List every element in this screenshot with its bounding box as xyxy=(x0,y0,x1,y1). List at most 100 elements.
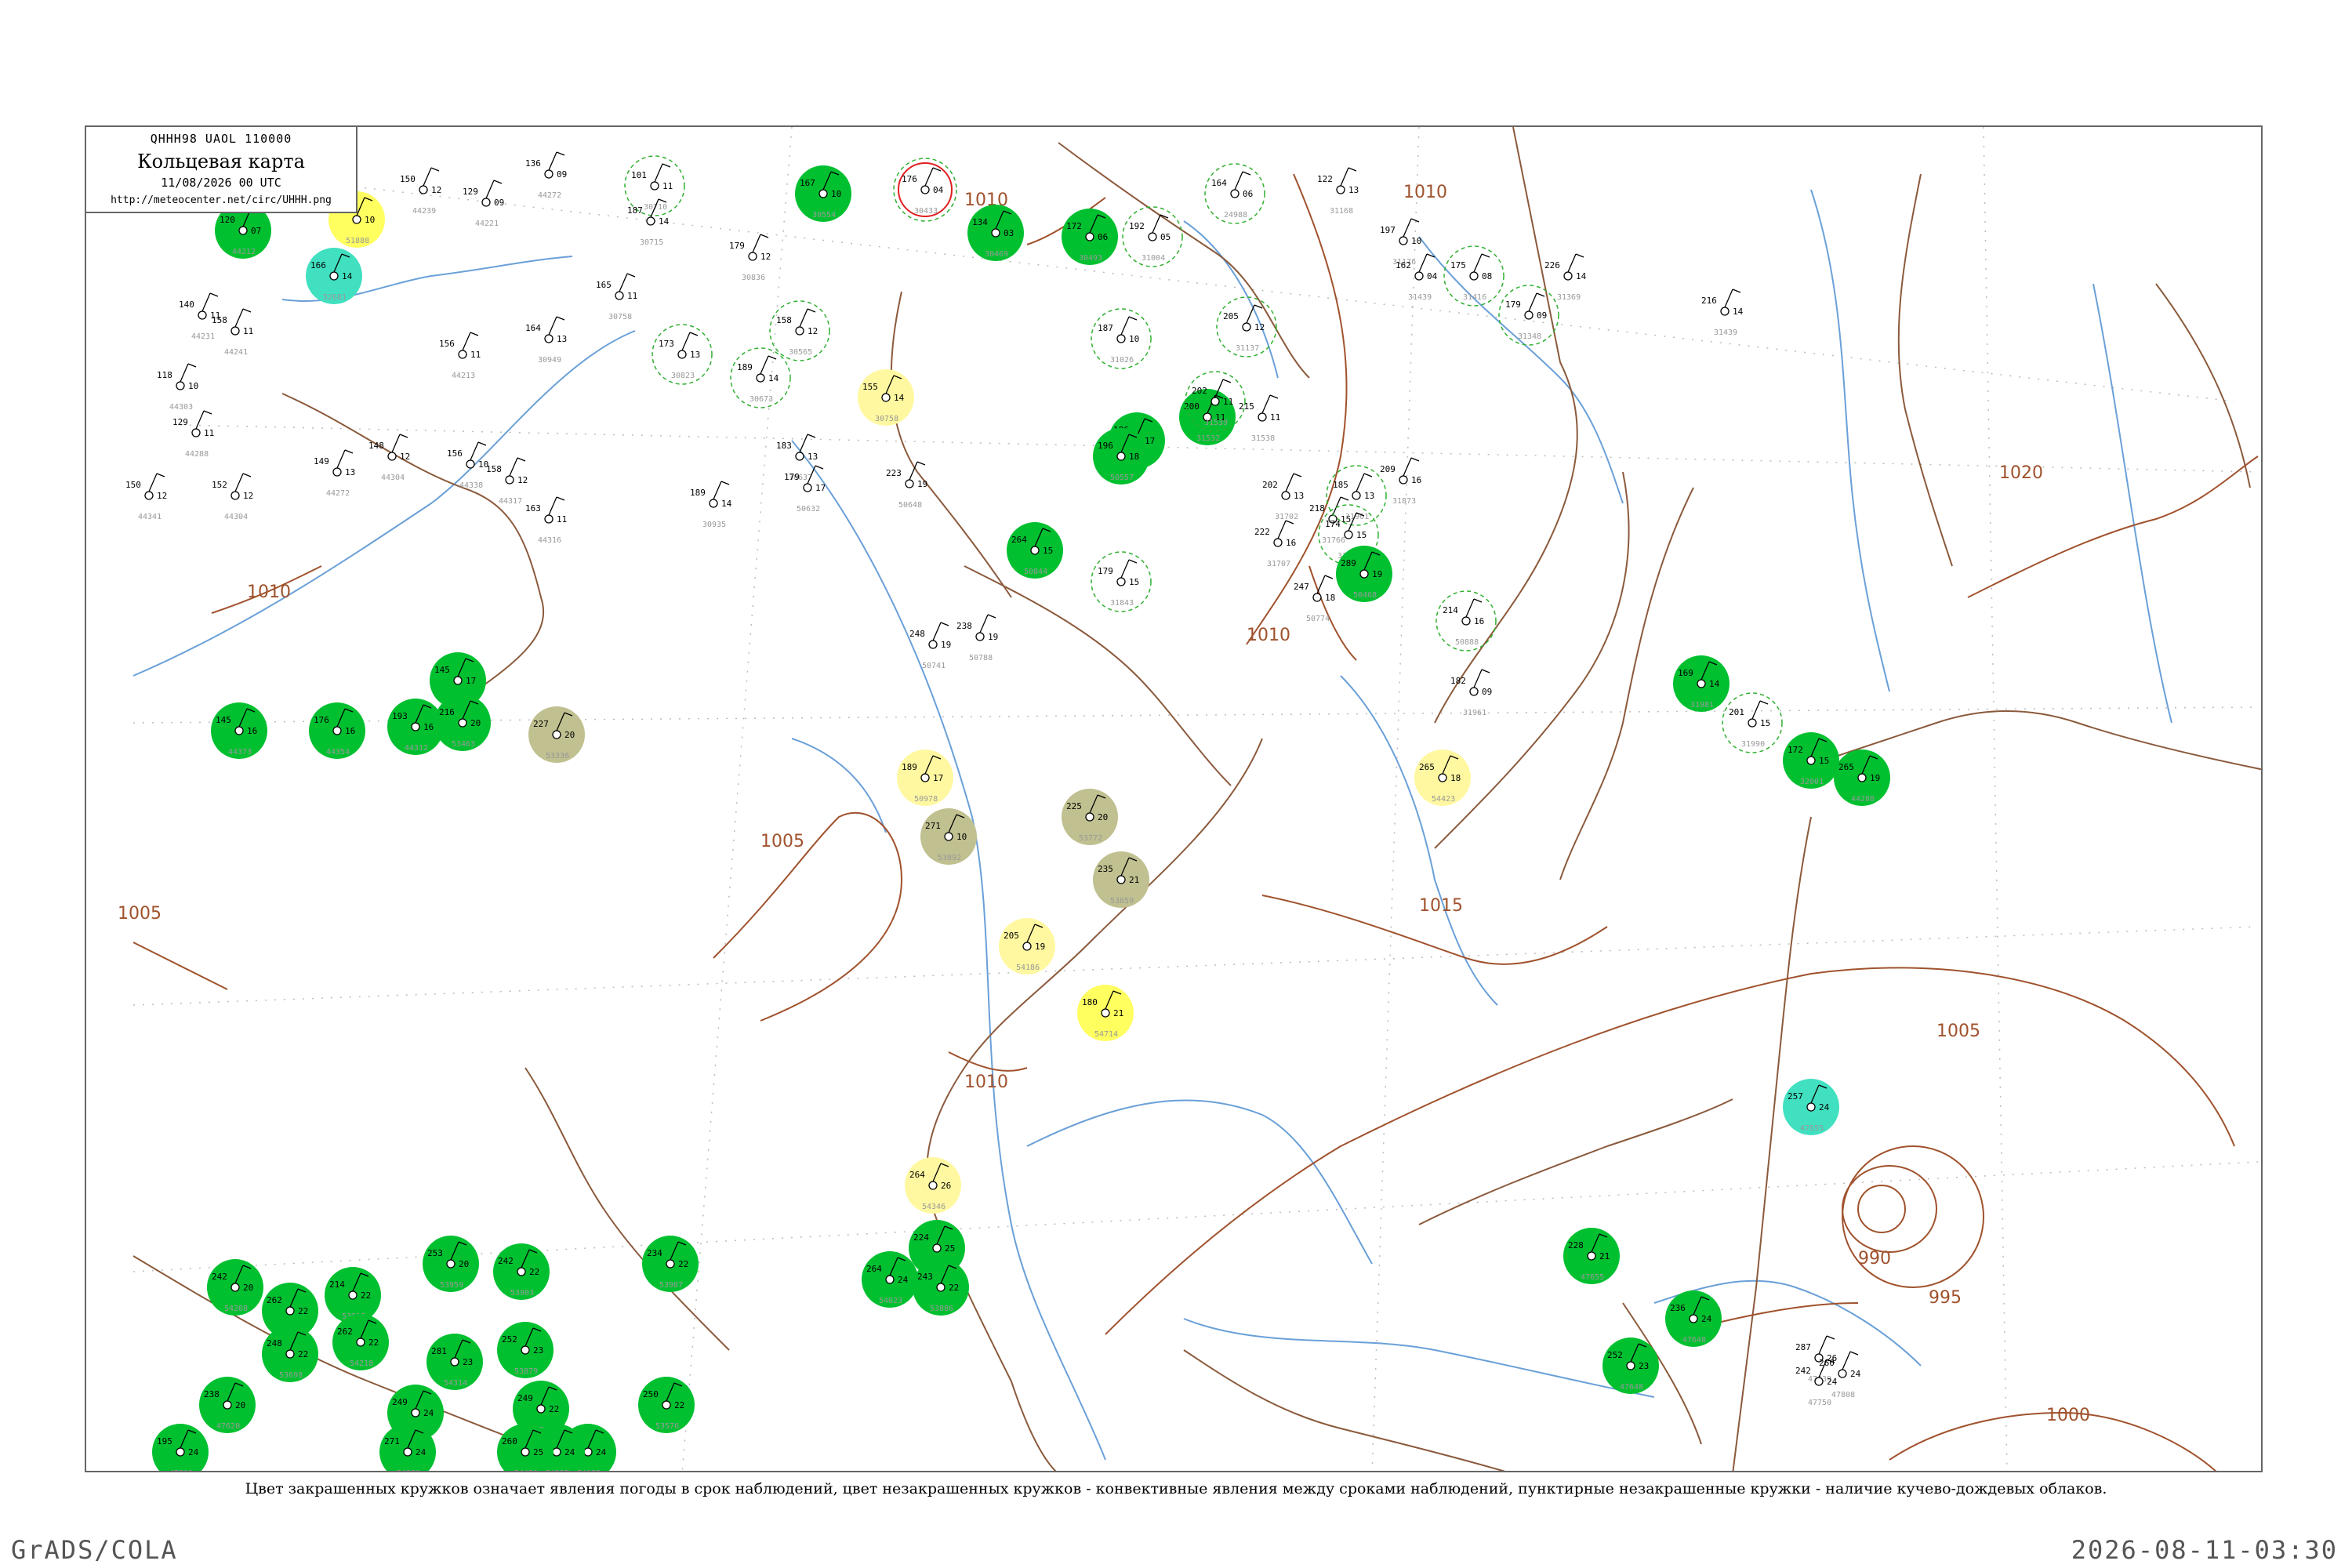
station-circle xyxy=(505,475,514,485)
wind-barb xyxy=(979,614,996,633)
station-circle xyxy=(662,1400,671,1410)
station-temp: 14 xyxy=(894,393,905,403)
wind-barb xyxy=(1120,559,1138,579)
station: 182 09 31961 xyxy=(1450,669,1492,717)
border-line xyxy=(2155,283,2251,488)
station-temp: 21 xyxy=(1113,1008,1123,1018)
station-circle xyxy=(521,1447,530,1457)
wind-barb xyxy=(1285,473,1302,492)
station: 238 19 50788 xyxy=(956,614,998,662)
station-pressure: 252 xyxy=(502,1334,517,1345)
station: 222 16 31707 xyxy=(1254,520,1296,568)
station-pressure: 129 xyxy=(463,187,478,197)
station-index: 31004 xyxy=(1142,254,1165,263)
station-circle xyxy=(1399,475,1408,485)
river-line xyxy=(1418,236,1624,504)
station-index: 53987 xyxy=(659,1281,683,1290)
station: 271 10 53892 xyxy=(920,808,977,865)
station-temp: 22 xyxy=(949,1283,959,1293)
station-index: 50788 xyxy=(969,654,993,662)
station-index: 44288 xyxy=(1851,795,1875,804)
map-url[interactable]: http://meteocenter.net/circ/UHHH.png xyxy=(86,194,356,206)
station-temp: 13 xyxy=(1364,491,1374,501)
station-pressure: 183 xyxy=(776,441,792,451)
station-temp: 24 xyxy=(1827,1377,1838,1387)
station-index: 30554 xyxy=(812,211,836,220)
station-index: 53463 xyxy=(452,740,475,749)
station-pressure: 238 xyxy=(204,1389,220,1399)
river-line xyxy=(1340,675,1498,1006)
isobar-label: 1020 xyxy=(1999,463,2043,483)
station-circle xyxy=(615,291,624,300)
station: 134 03 30469 xyxy=(967,205,1024,261)
station-pressure: 136 xyxy=(525,158,541,169)
station-index: 31766 xyxy=(1322,536,1345,545)
station-index: 44341 xyxy=(138,513,162,521)
wind-barb xyxy=(1403,457,1420,477)
station-pressure: 155 xyxy=(862,382,878,392)
station-temp: 10 xyxy=(365,215,375,225)
station-index: 24988 xyxy=(1224,211,1247,220)
station-pressure: 236 xyxy=(1670,1303,1686,1313)
station-temp: 17 xyxy=(815,483,826,493)
station-index: 53886 xyxy=(930,1305,953,1313)
station: 1971031176 xyxy=(1380,218,1421,267)
station-temp: 18 xyxy=(1325,593,1335,603)
station-temp: 22 xyxy=(298,1349,308,1359)
station-index: 44272 xyxy=(538,191,561,200)
station-circle xyxy=(544,334,554,343)
station-circle xyxy=(1438,773,1447,782)
station-pressure: 189 xyxy=(902,762,917,772)
station-circle xyxy=(1806,756,1816,765)
station-pressure: 175 xyxy=(1450,260,1466,270)
station-index: 32001 xyxy=(1800,778,1824,786)
station-circle xyxy=(1399,236,1408,245)
wind-barb xyxy=(1403,218,1420,238)
map-canvas: 1010101010101010101510201005100510051000… xyxy=(118,127,2261,1472)
station-circle xyxy=(411,722,420,731)
station: 158 12 30565 xyxy=(769,300,830,361)
station: 1561044338 xyxy=(447,441,488,490)
station-circle xyxy=(885,1275,895,1284)
station-temp: 12 xyxy=(400,452,410,462)
wind-barb xyxy=(619,273,636,292)
wind-barb xyxy=(148,473,165,492)
station-circle xyxy=(1116,875,1126,884)
station: 196 18 50557 xyxy=(1093,428,1149,485)
station: 189 17 50978 xyxy=(897,750,953,806)
station-temp: 19 xyxy=(941,640,951,650)
station-circle xyxy=(453,676,463,685)
station: 176 16 44354 xyxy=(309,702,365,759)
station-index: 54527 xyxy=(546,1469,569,1472)
station-pressure: 193 xyxy=(392,711,408,721)
map-frame: 1010 1010 1010 1010 1015 1020 1005 1005 1005 1000… xyxy=(85,125,2263,1472)
station-index: 30433 xyxy=(914,207,938,216)
station: 162 04 31439 xyxy=(1396,253,1438,302)
station-pressure: 140 xyxy=(179,299,194,310)
station-pressure: 149 xyxy=(314,456,329,466)
station: 265 19 44288 xyxy=(1834,750,1890,806)
border-line xyxy=(1183,1349,1506,1471)
station-pressure: 242 xyxy=(498,1256,514,1266)
station-index: 54314 xyxy=(444,1379,467,1388)
station-pressure: 189 xyxy=(690,488,706,498)
station-temp: 24 xyxy=(1701,1314,1712,1324)
wind-barb xyxy=(1567,253,1584,273)
station-index: 53959 xyxy=(440,1281,463,1290)
station-pressure: 247 xyxy=(1294,582,1309,592)
station-temp: 10 xyxy=(1129,334,1139,344)
station-temp: 13 xyxy=(557,334,567,344)
wind-barb xyxy=(1818,1335,1835,1355)
isobar-line xyxy=(132,942,228,990)
station: 225 20 53772 xyxy=(1062,789,1118,845)
grid-line xyxy=(681,127,793,1471)
station-index: 31873 xyxy=(1392,497,1416,506)
legend-note: Цвет закрашенных кружков означает явлени… xyxy=(245,1480,2107,1497)
station-circle xyxy=(191,428,201,437)
station: 252 23 53879 xyxy=(497,1322,554,1378)
station: 250 22 53576 xyxy=(638,1377,695,1433)
station-circle xyxy=(1838,1369,1847,1378)
station-temp: 13 xyxy=(345,467,355,477)
station: 164 06 24988 xyxy=(1204,163,1265,224)
wind-barb xyxy=(713,481,730,500)
